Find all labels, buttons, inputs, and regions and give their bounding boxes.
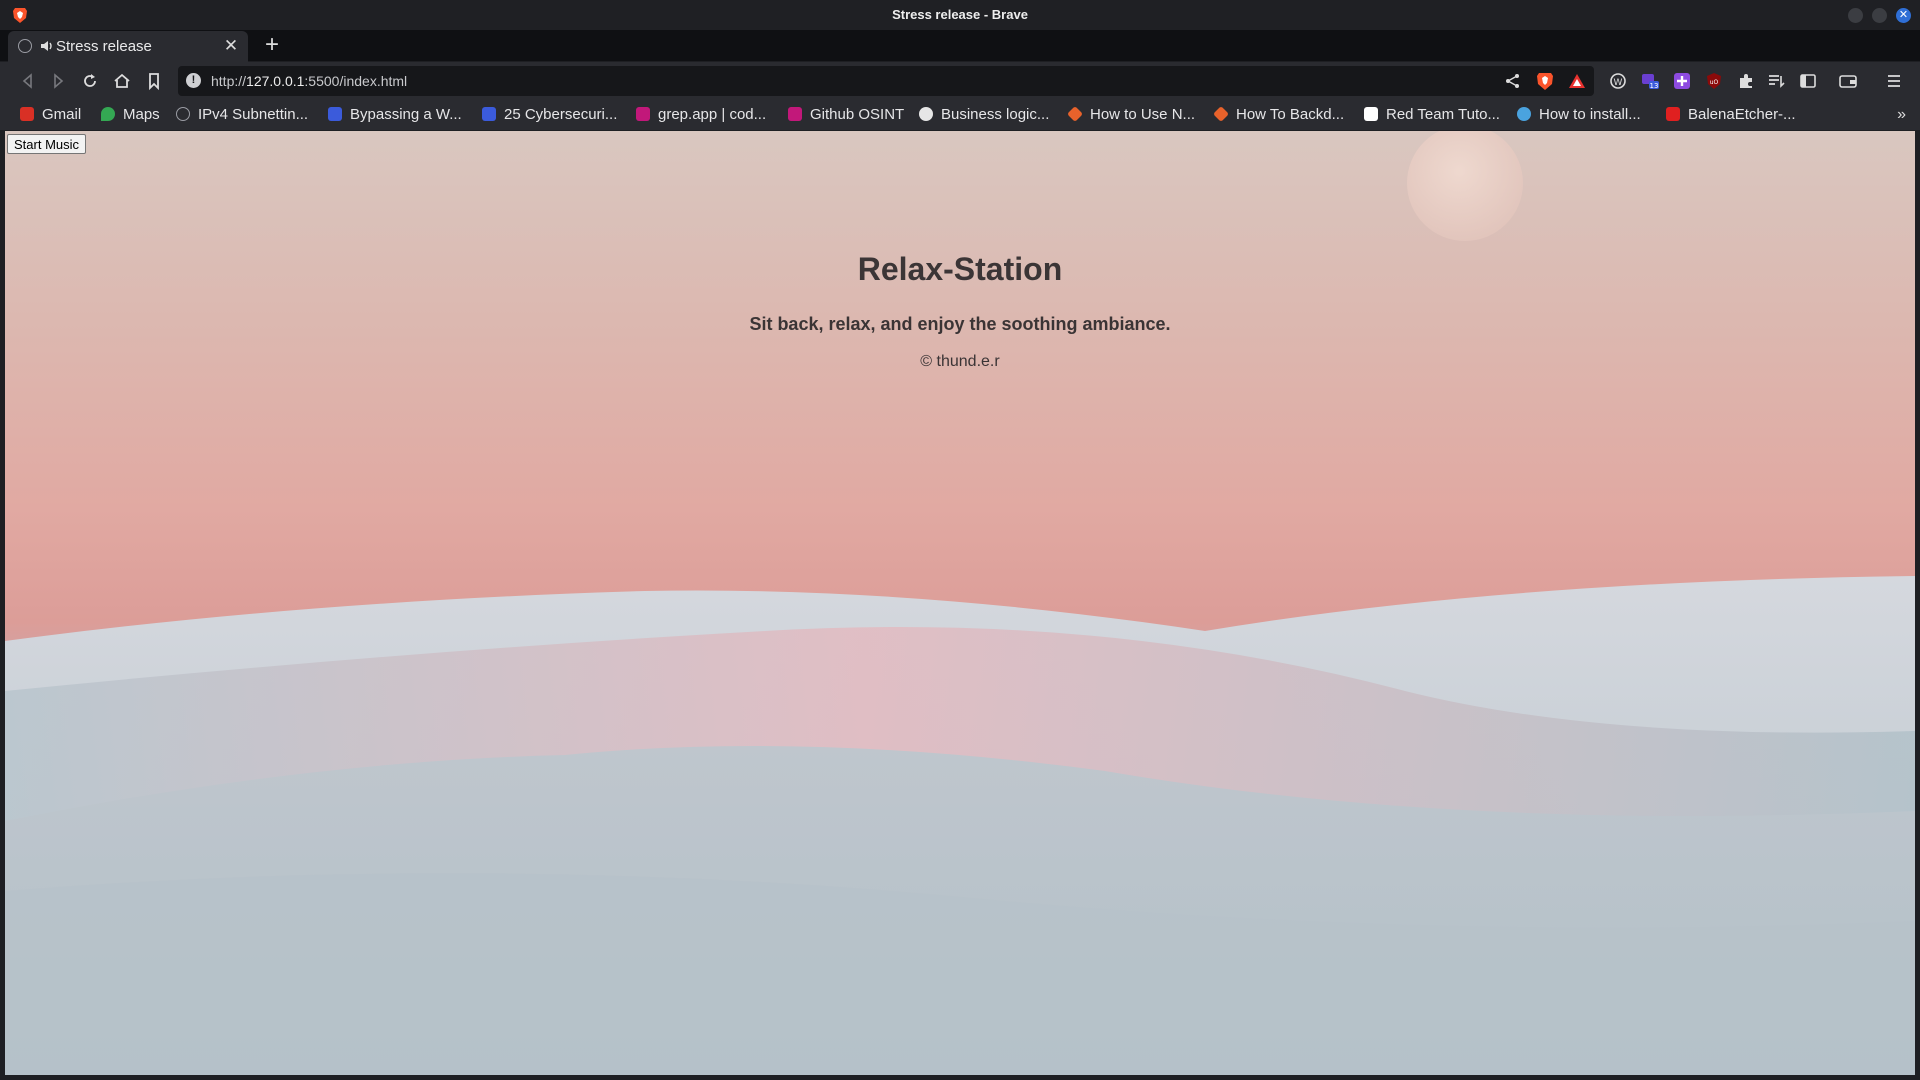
bookmark-maps[interactable]: Maps xyxy=(101,100,160,130)
site-icon xyxy=(482,107,496,121)
ublock-origin-icon[interactable]: uO xyxy=(1704,71,1724,91)
extension-grid-icon[interactable] xyxy=(1672,71,1692,91)
audio-playing-icon[interactable] xyxy=(40,38,54,54)
bookmark-cybersecurity[interactable]: 25 Cybersecuri... xyxy=(482,100,617,130)
start-music-button[interactable]: Start Music xyxy=(7,134,87,154)
window-bottom-border xyxy=(0,1075,1920,1080)
bookmark-label: How to Use N... xyxy=(1090,106,1196,123)
bookmark-label: How to install... xyxy=(1539,106,1641,123)
bookmark-gmail[interactable]: Gmail xyxy=(20,100,81,130)
bookmark-bypassing[interactable]: Bypassing a W... xyxy=(328,100,462,130)
bookmark-github-osint[interactable]: Github OSINT xyxy=(788,100,904,130)
page-title: Relax-Station xyxy=(857,251,1063,287)
bookmark-how-to-backdoor[interactable]: How To Backd... xyxy=(1213,100,1345,130)
tab-strip xyxy=(0,30,1920,79)
globe-icon xyxy=(176,107,190,121)
bookmark-label: Github OSINT xyxy=(810,106,905,123)
url-scheme: http:// xyxy=(211,73,247,89)
brave-rewards-icon[interactable] xyxy=(1568,72,1586,90)
more-bookmarks-icon[interactable]: » xyxy=(1897,100,1906,130)
bookmark-label: Red Team Tuto... xyxy=(1386,106,1500,123)
grep-icon xyxy=(788,107,802,121)
share-icon[interactable] xyxy=(1504,72,1522,90)
bookmark-label: grep.app | cod... xyxy=(658,106,767,123)
bookmark-label: Gmail xyxy=(42,106,82,123)
bookmark-label: How To Backd... xyxy=(1236,106,1345,123)
extension-badge-icon[interactable]: 13 xyxy=(1640,71,1660,91)
site-info-icon[interactable]: ! xyxy=(186,73,201,88)
new-tab-button[interactable]: + xyxy=(260,33,284,57)
bookmark-label: 25 Cybersecuri... xyxy=(504,106,618,123)
bookmark-balenaetcher[interactable]: BalenaEtcher-... xyxy=(1666,100,1796,130)
maps-icon xyxy=(101,107,115,121)
bookmark-how-to-use[interactable]: How to Use N... xyxy=(1067,100,1196,130)
medium-icon xyxy=(1364,107,1378,121)
portswigger-icon xyxy=(919,107,933,121)
extension-w-icon[interactable]: W xyxy=(1608,71,1628,91)
diamond-icon xyxy=(1213,106,1229,122)
h-icon xyxy=(1666,107,1680,121)
window-title: Stress release - Brave xyxy=(892,7,1028,22)
minimize-button[interactable] xyxy=(1848,8,1863,23)
bookmark-business-logic[interactable]: Business logic... xyxy=(919,100,1049,130)
grep-icon xyxy=(636,107,650,121)
bookmark-ipv4-subnetting[interactable]: IPv4 Subnettin... xyxy=(176,100,308,130)
address-bar[interactable]: ! http://127.0.0.1:5500/index.html xyxy=(178,66,1594,96)
bookmark-red-team[interactable]: Red Team Tuto... xyxy=(1364,100,1500,130)
bookmark-label: BalenaEtcher-... xyxy=(1688,106,1796,123)
url-path: :5500/index.html xyxy=(304,73,408,89)
diamond-icon xyxy=(1067,106,1083,122)
brave-shields-icon[interactable] xyxy=(1536,71,1554,91)
reload-icon[interactable] xyxy=(80,71,100,91)
bookmarks-bar: Gmail Maps IPv4 Subnettin... Bypassing a… xyxy=(0,100,1920,130)
extensions-puzzle-icon[interactable] xyxy=(1736,71,1756,91)
url-host: 127.0.0.1 xyxy=(246,73,305,89)
wallet-icon[interactable] xyxy=(1838,71,1858,91)
back-icon[interactable] xyxy=(18,71,38,91)
browser-window: Stress release - Brave ✕ Stress release … xyxy=(0,0,1920,1080)
wordpress-icon xyxy=(1517,107,1531,121)
svg-text:13: 13 xyxy=(1650,82,1659,90)
menu-icon[interactable] xyxy=(1884,71,1904,91)
bookmark-grep-app[interactable]: grep.app | cod... xyxy=(636,100,766,130)
close-tab-icon[interactable]: ✕ xyxy=(222,37,240,55)
tab-stress-release[interactable]: Stress release ✕ xyxy=(8,31,248,62)
svg-text:W: W xyxy=(1614,78,1623,88)
bookmark-label: IPv4 Subnettin... xyxy=(198,106,309,123)
home-icon[interactable] xyxy=(112,71,132,91)
navigation-toolbar: ! http://127.0.0.1:5500/index.html W 13 … xyxy=(0,62,1920,100)
forward-icon[interactable] xyxy=(48,71,68,91)
copyright-text: © thund.e.r xyxy=(920,353,1000,370)
bookmark-how-to-install[interactable]: How to install... xyxy=(1517,100,1641,130)
maximize-button[interactable] xyxy=(1872,8,1887,23)
reading-list-icon[interactable] xyxy=(1766,71,1786,91)
bookmark-label: Maps xyxy=(123,106,160,123)
globe-favicon-icon xyxy=(18,39,32,53)
moon xyxy=(1407,131,1523,241)
title-bar: Stress release - Brave ✕ xyxy=(0,0,1920,30)
url-text[interactable]: http://127.0.0.1:5500/index.html xyxy=(211,66,407,96)
site-icon xyxy=(328,107,342,121)
bookmark-label: Business logic... xyxy=(941,106,1050,123)
page-subtitle: Sit back, relax, and enjoy the soothing … xyxy=(749,314,1171,334)
page-viewport: Start Music Relax-Station Sit back, rela… xyxy=(5,131,1915,1075)
bookmark-icon[interactable] xyxy=(144,71,164,91)
bookmark-label: Bypassing a W... xyxy=(350,106,462,123)
close-window-button[interactable]: ✕ xyxy=(1896,8,1911,23)
sidebar-icon[interactable] xyxy=(1798,71,1818,91)
svg-text:uO: uO xyxy=(1710,79,1719,86)
gmail-icon xyxy=(20,107,34,121)
tab-title: Stress release xyxy=(56,38,152,55)
